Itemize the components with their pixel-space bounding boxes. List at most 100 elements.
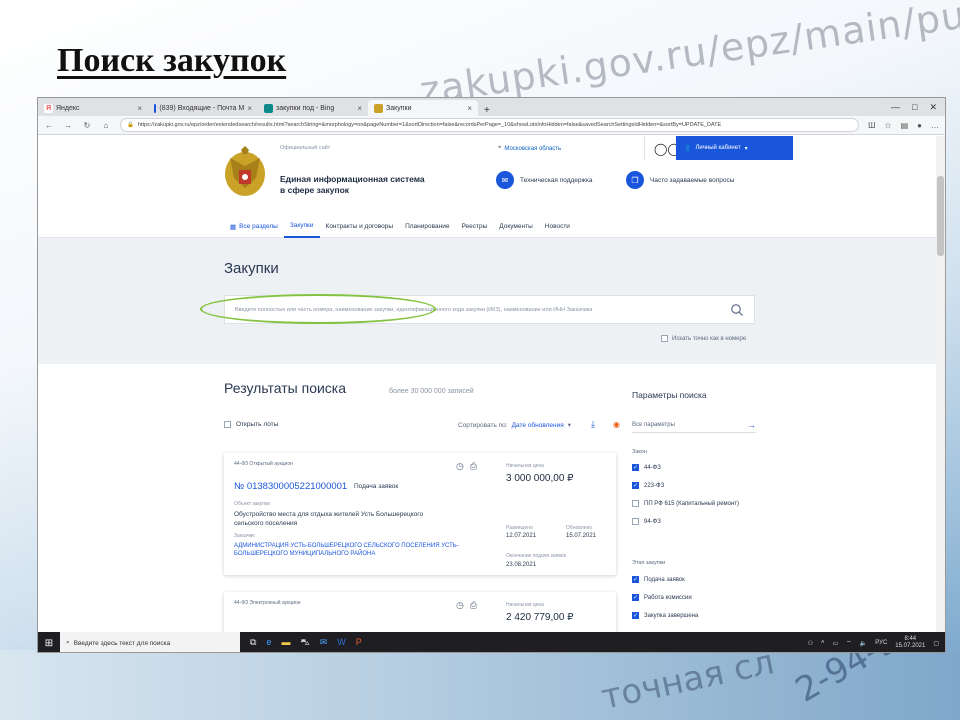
new-tab-icon[interactable]: + (478, 105, 490, 116)
faq-label: Часто задаваемые вопросы (650, 176, 735, 184)
close-window-icon[interactable]: ✕ (929, 102, 937, 113)
exact-match-option[interactable]: Искать точно как в номере (661, 335, 746, 342)
nav-label: Планирование (405, 223, 450, 230)
collections-icon[interactable]: ▤ (901, 121, 909, 130)
chevron-up-icon[interactable]: ˄ (821, 640, 825, 646)
back-icon[interactable]: ← (44, 121, 54, 130)
law-option[interactable]: ПП РФ 615 (Капитальный ремонт) (632, 500, 739, 507)
url-field[interactable]: 🔒 https://zakupki.gov.ru/epz/order/exten… (120, 118, 860, 132)
checkbox-unchecked[interactable] (632, 500, 639, 507)
result-card[interactable]: 44-ФЗ Открытый аукцион № 013830000522100… (224, 453, 616, 575)
tab-zakupki[interactable]: Закупки × (368, 100, 478, 116)
close-icon[interactable]: × (467, 104, 472, 113)
params-title: Параметры поиска (632, 390, 707, 400)
result-card[interactable]: 44-ФЗ Электронный аукцион ◷ ⎙ Начальная … (224, 592, 616, 632)
windows-start-icon[interactable]: ⊞ (38, 632, 60, 652)
price-label: Начальная цена (506, 463, 544, 469)
nav-planning[interactable]: Планирование (399, 216, 455, 238)
reading-mode-icon[interactable]: Ш (868, 121, 875, 130)
time-icon[interactable]: ◷ (456, 461, 464, 472)
stage-option[interactable]: ✓ Закупка завершена (632, 612, 698, 619)
maximize-icon[interactable]: □ (912, 102, 917, 113)
close-icon[interactable]: × (247, 104, 252, 113)
lock-icon: 🔒 (127, 122, 134, 128)
task-view-icon[interactable]: ⧉ (250, 637, 256, 649)
nav-all-sections[interactable]: ▦ Все разделы (224, 216, 284, 238)
tab-mail[interactable]: (839) Входящие - Почта M × (148, 100, 258, 116)
network-icon[interactable]: ⌔ (846, 639, 852, 647)
price-value: 3 000 000,00 ₽ (506, 473, 574, 484)
profile-icon[interactable]: ● (917, 121, 922, 130)
customer-link[interactable]: АДМИНИСТРАЦИЯ УСТЬ-БОЛЬШЕРЕЦКОГО СЕЛЬСКО… (234, 542, 464, 558)
support-link[interactable]: ✉ Техническая поддержка (496, 171, 592, 189)
customer-label: Заказчик (234, 533, 255, 539)
search-icon[interactable] (730, 303, 744, 317)
open-lots-checkbox[interactable] (224, 421, 231, 428)
nav-documents[interactable]: Документы (493, 216, 539, 238)
law-option[interactable]: ✓ 223-ФЗ (632, 482, 664, 489)
favorites-icon[interactable]: ☆ (884, 121, 891, 130)
rss-icon[interactable]: ◉ (613, 420, 620, 429)
stage-option[interactable]: ✓ Подача заявок (632, 576, 685, 583)
word-icon[interactable]: W (337, 637, 346, 649)
checkbox-checked[interactable]: ✓ (632, 594, 639, 601)
checkbox-checked[interactable]: ✓ (632, 482, 639, 489)
battery-icon[interactable]: ▭ (832, 640, 838, 647)
stage-label: Подача заявок (644, 576, 685, 583)
home-icon[interactable]: ⌂ (101, 121, 111, 130)
edge-icon[interactable]: e (266, 637, 271, 649)
faq-link[interactable]: ❐ Часто задаваемые вопросы (626, 171, 734, 189)
people-icon[interactable]: ⚇ (808, 640, 813, 647)
close-icon[interactable]: × (137, 104, 142, 113)
checkbox-checked[interactable]: ✓ (632, 576, 639, 583)
law-option[interactable]: ✓ 44-ФЗ (632, 464, 661, 471)
store-icon[interactable]: ⛍ (300, 637, 309, 649)
notifications-icon[interactable]: ▢ (933, 640, 939, 647)
nav-label: Закупки (289, 222, 314, 229)
nav-contracts[interactable]: Контракты и договоры (320, 216, 400, 238)
clock[interactable]: 8:44 15.07.2021 (895, 636, 925, 650)
nav-zakupki[interactable]: Закупки (283, 216, 320, 238)
more-icon[interactable]: … (931, 121, 939, 130)
region-selector[interactable]: ⌖ Московская область (498, 145, 561, 152)
print-icon[interactable]: ⎙ (470, 461, 477, 472)
refresh-icon[interactable]: ↻ (82, 121, 92, 130)
stage-option[interactable]: ✓ Работа комиссии (632, 594, 692, 601)
open-lots-option[interactable]: Открыть лоты (224, 421, 278, 428)
nav-label: Документы (499, 223, 533, 230)
checkbox-checked[interactable]: ✓ (632, 464, 639, 471)
support-icon: ✉ (496, 171, 514, 189)
forward-icon[interactable]: → (63, 121, 73, 130)
taskbar-search-placeholder: Введите здесь текст для поиска (73, 639, 171, 647)
mail-icon[interactable]: ✉ (320, 637, 328, 649)
site-header: Официальный сайт Единая информационная с… (38, 136, 938, 216)
print-icon[interactable]: ⎙ (470, 600, 477, 611)
folder-icon[interactable]: ▬ (281, 637, 290, 649)
checkbox-checked[interactable]: ✓ (632, 612, 639, 619)
page-scrollbar[interactable] (936, 136, 945, 632)
law-option[interactable]: 94-ФЗ (632, 518, 661, 525)
powerpoint-icon[interactable]: P (356, 637, 362, 649)
sort-control[interactable]: Сортировать по: Дате обновления ▾ (458, 421, 571, 430)
tab-yandex[interactable]: Я Яндекс × (38, 100, 148, 116)
taskbar-search[interactable]: ⌕ Введите здесь текст для поиска (60, 632, 240, 652)
law-label: ПП РФ 615 (Капитальный ремонт) (644, 500, 740, 507)
volume-icon[interactable]: 🔈 (860, 640, 867, 647)
tab-bing[interactable]: закупки под - Bing × (258, 100, 368, 116)
card-actions: ◷ ⎙ (456, 600, 477, 611)
personal-account-button[interactable]: 👤 Личный кабинет ▾ (676, 136, 793, 160)
language-indicator[interactable]: РУС (875, 640, 887, 646)
download-icon[interactable]: ⤓ (591, 419, 595, 430)
minimize-icon[interactable]: — (891, 102, 900, 113)
purchase-number-link[interactable]: № 0138300005221000001 (234, 481, 347, 492)
exact-match-checkbox[interactable] (661, 335, 668, 342)
scroll-thumb[interactable] (937, 176, 944, 256)
checkbox-unchecked[interactable] (632, 518, 639, 525)
all-params-link[interactable]: Все параметры → (632, 417, 756, 433)
time-icon[interactable]: ◷ (456, 600, 464, 611)
close-icon[interactable]: × (357, 104, 362, 113)
law-label: 223-ФЗ (644, 482, 665, 489)
nav-registries[interactable]: Реестры (455, 216, 493, 238)
nav-news[interactable]: Новости (539, 216, 576, 238)
object-label: Объект закупки (234, 501, 270, 507)
